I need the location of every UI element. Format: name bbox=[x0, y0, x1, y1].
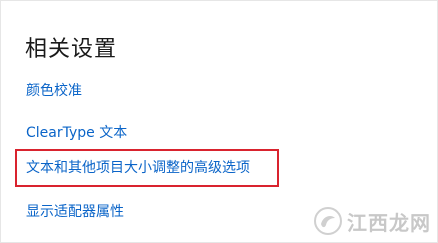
cleartype-text-link[interactable]: ClearType 文本 bbox=[26, 122, 127, 142]
settings-panel: 相关设置 颜色校准 ClearType 文本 文本和其他项目大小调整的高级选项 … bbox=[0, 0, 438, 243]
color-calibration-link[interactable]: 颜色校准 bbox=[26, 80, 82, 100]
watermark: 江西龙网 bbox=[313, 206, 431, 236]
display-adapter-properties-link[interactable]: 显示适配器属性 bbox=[26, 201, 124, 221]
advanced-sizing-link[interactable]: 文本和其他项目大小调整的高级选项 bbox=[26, 157, 250, 177]
watermark-text: 江西龙网 bbox=[347, 210, 431, 235]
section-title: 相关设置 bbox=[25, 37, 118, 62]
dragon-logo-icon bbox=[314, 207, 342, 235]
